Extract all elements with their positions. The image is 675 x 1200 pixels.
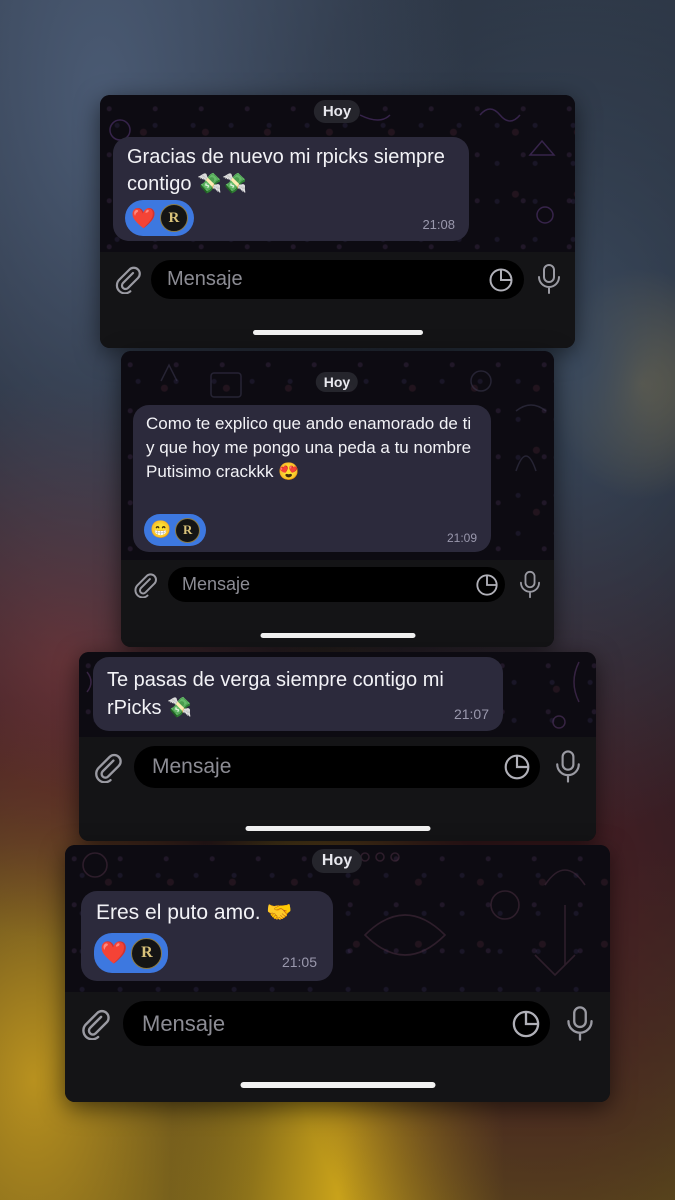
message-input[interactable]: Mensaje [168,567,505,602]
paperclip-icon[interactable] [131,571,158,598]
incoming-message-bubble[interactable]: Te pasas de verga siempre contigo mi rPi… [93,657,503,731]
chat-background: Hoy Eres el puto amo. 🤝 ❤️ R 21:05 [65,845,610,992]
message-input-placeholder: Mensaje [152,755,232,778]
paperclip-icon[interactable] [78,1007,111,1040]
paperclip-icon[interactable] [91,751,123,783]
input-bar: Mensaje [65,992,610,1102]
heart-reaction-icon: ❤️ [100,940,128,965]
chat-background: Hoy Gracias de nuevo mi rpicks siempre c… [100,95,575,252]
reaction-pill[interactable]: 😁 R [144,514,207,546]
incoming-message-bubble[interactable]: Como te explico que ando enamorado de ti… [133,405,491,552]
sticker-icon[interactable] [488,267,514,293]
paperclip-icon[interactable] [112,264,142,294]
message-input-placeholder: Mensaje [167,268,243,290]
chat-screenshot-1: Hoy Gracias de nuevo mi rpicks siempre c… [100,95,575,348]
date-pill: Hoy [313,100,361,123]
avatar: R [131,937,163,969]
sticker-icon[interactable] [503,753,531,781]
microphone-icon[interactable] [554,749,582,784]
input-bar: Mensaje [121,560,554,647]
message-time: 21:07 [453,706,489,722]
message-input[interactable]: Mensaje [123,1001,550,1046]
message-time: 21:08 [422,217,455,232]
microphone-icon[interactable] [565,1005,595,1042]
message-input-placeholder: Mensaje [182,574,251,594]
chat-background: Te pasas de verga siempre contigo mi rPi… [79,652,596,737]
message-text: Como te explico que ando enamorado de ti… [146,414,472,481]
input-bar: Mensaje [100,252,575,348]
message-text: Gracias de nuevo mi rpicks siempre conti… [127,146,445,195]
incoming-message-bubble[interactable]: Eres el puto amo. 🤝 ❤️ R 21:05 [81,891,333,981]
grin-reaction-icon: 😁 [150,520,172,539]
reaction-pill[interactable]: ❤️ R [94,933,169,973]
microphone-icon[interactable] [536,263,562,295]
message-text: Te pasas de verga siempre contigo mi rPi… [107,669,444,719]
chat-screenshot-4: Hoy Eres el puto amo. 🤝 ❤️ R 21:05 Mensa… [65,845,610,1102]
home-indicator [245,826,430,831]
microphone-icon[interactable] [518,570,542,599]
message-input[interactable]: Mensaje [134,746,540,788]
date-pill: Hoy [311,849,363,873]
sticker-icon[interactable] [475,573,499,597]
incoming-message-bubble[interactable]: Gracias de nuevo mi rpicks siempre conti… [113,137,469,241]
avatar: R [159,204,188,232]
message-text: Eres el puto amo. 🤝 [96,901,293,924]
input-bar: Mensaje [79,737,596,841]
home-indicator [260,633,415,638]
avatar: R [175,517,201,543]
chat-screenshot-3: Te pasas de verga siempre contigo mi rPi… [79,652,596,841]
heart-reaction-icon: ❤️ [131,207,156,230]
message-time: 21:05 [281,954,317,970]
date-pill: Hoy [315,372,359,392]
sticker-icon[interactable] [511,1009,541,1039]
home-indicator [252,330,423,335]
reaction-pill[interactable]: ❤️ R [125,200,194,236]
message-input[interactable]: Mensaje [151,260,524,299]
chat-screenshot-2: Hoy Como te explico que ando enamorado d… [121,351,554,647]
chat-background: Hoy Como te explico que ando enamorado d… [121,351,554,560]
message-input-placeholder: Mensaje [142,1010,226,1036]
message-time: 21:09 [446,531,477,545]
home-indicator [240,1082,435,1088]
